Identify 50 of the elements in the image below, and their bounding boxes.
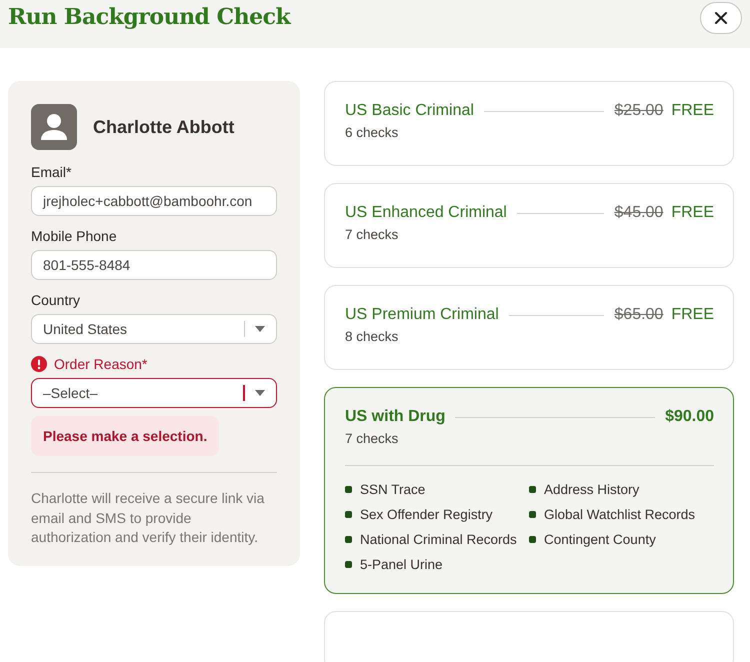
package-card[interactable]: US with Drug $90.00 7 checks SSN Trace Address History Sex Offender Registry Global Watchlist Records National Criminal Records Contingent County 5-Panel Urine: [324, 387, 734, 594]
bullet-icon: [345, 561, 352, 568]
check-item: Global Watchlist Records: [544, 507, 696, 522]
package-price: $90.00: [665, 408, 714, 426]
error-message: Please make a selection.: [31, 416, 220, 456]
caret-icon: [255, 326, 265, 332]
package-card[interactable]: US Premium Criminal $65.00 FREE 8 checks: [324, 285, 734, 370]
check-count: 6 checks: [345, 125, 400, 140]
dropdown-field[interactable]: –Select–: [31, 378, 277, 408]
check-item: Contingent County: [544, 532, 656, 547]
package-price: FREE: [671, 102, 714, 120]
package-price: FREE: [671, 204, 714, 222]
bullet-icon: [345, 486, 352, 493]
check-item: Address History: [544, 482, 640, 497]
original-price: $25.00: [614, 102, 664, 120]
package-name: US with Drug: [345, 408, 446, 426]
bullet-icon: [529, 511, 536, 518]
package-card[interactable]: US Basic Criminal $25.00 FREE 6 checks: [324, 81, 734, 166]
close-button[interactable]: [700, 2, 742, 34]
input-field[interactable]: jrejholec+cabbott@bamboohr.con: [31, 186, 277, 216]
package-price: FREE: [671, 306, 714, 324]
field-label: Order Reason*: [54, 356, 148, 372]
package-name: US Premium Criminal: [345, 306, 499, 324]
original-price: $65.00: [614, 306, 664, 324]
check-count: 8 checks: [345, 329, 400, 344]
field-label: Country: [31, 292, 80, 308]
field-label: Mobile Phone: [31, 228, 117, 244]
person-name: Charlotte Abbott: [93, 116, 234, 138]
avatar-icon: [31, 104, 77, 150]
package-card[interactable]: US Enhanced Criminal $45.00 FREE 7 checks: [324, 183, 734, 268]
bullet-icon: [345, 511, 352, 518]
check-item: National Criminal Records: [360, 532, 517, 547]
check-item: 5-Panel Urine: [360, 557, 443, 572]
original-price: $45.00: [614, 204, 664, 222]
check-item: SSN Trace: [360, 482, 426, 497]
check-count: 7 checks: [345, 431, 400, 446]
input-field[interactable]: 801-555-8484: [31, 250, 277, 280]
bullet-icon: [529, 536, 536, 543]
bullet-icon: [345, 536, 352, 543]
package-name: US Basic Criminal: [345, 102, 474, 120]
bullet-icon: [529, 486, 536, 493]
check-count: 7 checks: [345, 227, 400, 242]
caret-icon: [255, 390, 265, 396]
info-text: Charlotte will receive a secure link via email and SMS to provide authorization and verify their identity.: [31, 489, 266, 547]
dropdown-field[interactable]: United States: [31, 314, 277, 344]
window-title: Run Background Check: [8, 4, 290, 30]
check-item: Sex Offender Registry: [360, 507, 493, 522]
field-label: Email*: [31, 164, 72, 180]
package-name: US Enhanced Criminal: [345, 204, 507, 222]
close-icon: [714, 11, 728, 25]
